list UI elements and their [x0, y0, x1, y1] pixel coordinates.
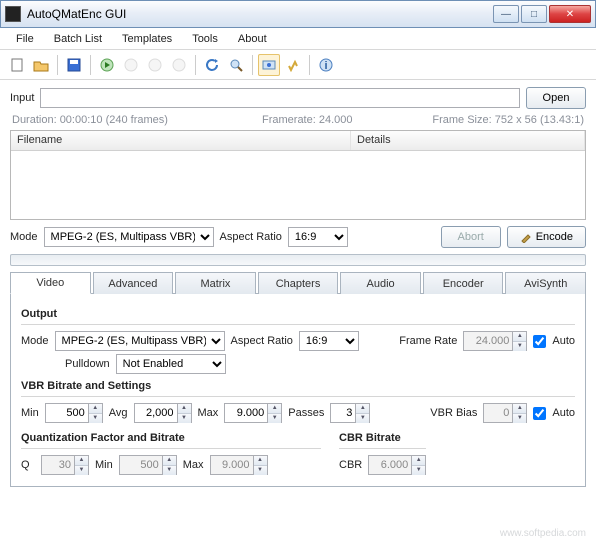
tab-avisynth[interactable]: AviSynth — [505, 272, 586, 294]
col-filename[interactable]: Filename — [11, 131, 351, 150]
window-title: AutoQMatEnc GUI — [27, 7, 493, 21]
stat-framesize: Frame Size: 752 x 56 (13.43:1) — [422, 114, 584, 126]
input-label: Input — [10, 92, 34, 104]
stat-duration: Duration: 00:00:10 (240 frames) — [12, 114, 262, 126]
app-icon — [5, 6, 21, 22]
avg-label: Avg — [109, 407, 128, 419]
menu-batch[interactable]: Batch List — [46, 31, 110, 47]
wand-icon — [520, 231, 532, 243]
new-icon[interactable] — [6, 54, 28, 76]
fr-auto-check[interactable] — [533, 335, 546, 348]
fr-spin[interactable] — [463, 331, 513, 351]
abort-button[interactable]: Abort — [441, 226, 501, 248]
bias-auto-check[interactable] — [533, 407, 546, 420]
input-field[interactable] — [40, 88, 520, 108]
quant-title: Quantization Factor and Bitrate — [21, 432, 321, 444]
qmax-spin[interactable] — [210, 455, 254, 475]
bias-auto-label: Auto — [552, 407, 575, 419]
record-icon[interactable] — [168, 54, 190, 76]
v-mode-label: Mode — [21, 335, 49, 347]
open-button[interactable]: Open — [526, 87, 586, 109]
v-ar-select[interactable]: 16:9 — [299, 331, 359, 351]
v-mode-select[interactable]: MPEG-2 (ES, Multipass VBR) — [55, 331, 225, 351]
output-title: Output — [21, 308, 575, 320]
col-details[interactable]: Details — [351, 131, 585, 150]
menu-tools[interactable]: Tools — [184, 31, 226, 47]
settings-icon[interactable] — [282, 54, 304, 76]
minimize-button[interactable]: — — [493, 5, 519, 23]
fr-label: Frame Rate — [399, 335, 457, 347]
pulldown-label: Pulldown — [65, 358, 110, 370]
reload-icon[interactable] — [201, 54, 223, 76]
tab-video[interactable]: Video — [10, 272, 91, 294]
qmin-label: Min — [95, 459, 113, 471]
close-button[interactable]: ✕ — [549, 5, 591, 23]
open-icon[interactable] — [30, 54, 52, 76]
menubar: File Batch List Templates Tools About — [0, 28, 596, 50]
max-spin[interactable] — [224, 403, 268, 423]
tab-encoder[interactable]: Encoder — [423, 272, 504, 294]
video-panel: Output Mode MPEG-2 (ES, Multipass VBR) A… — [10, 293, 586, 487]
vbr-title: VBR Bitrate and Settings — [21, 380, 575, 392]
qmax-label: Max — [183, 459, 204, 471]
ar-label: Aspect Ratio — [220, 231, 282, 243]
fr-auto-label: Auto — [552, 335, 575, 347]
maximize-button[interactable]: □ — [521, 5, 547, 23]
play-icon[interactable] — [96, 54, 118, 76]
search-icon[interactable] — [225, 54, 247, 76]
tab-advanced[interactable]: Advanced — [93, 272, 174, 294]
min-spin[interactable] — [45, 403, 89, 423]
menu-about[interactable]: About — [230, 31, 275, 47]
encode-button[interactable]: Encode — [507, 226, 586, 248]
stat-framerate: Framerate: 24.000 — [262, 114, 422, 126]
progress-bar — [10, 254, 586, 266]
mode-select[interactable]: MPEG-2 (ES, Multipass VBR) — [44, 227, 214, 247]
cbr-spin[interactable] — [368, 455, 412, 475]
file-list[interactable]: Filename Details — [10, 130, 586, 220]
pause-icon[interactable] — [120, 54, 142, 76]
q-label: Q — [21, 459, 35, 471]
bias-label: VBR Bias — [430, 407, 477, 419]
ar-select[interactable]: 16:9 — [288, 227, 348, 247]
tab-audio[interactable]: Audio — [340, 272, 421, 294]
mode-label: Mode — [10, 231, 38, 243]
pulldown-select[interactable]: Not Enabled — [116, 354, 226, 374]
toolbar: i — [0, 50, 596, 80]
cbr-title: CBR Bitrate — [339, 432, 426, 444]
menu-templates[interactable]: Templates — [114, 31, 180, 47]
save-icon[interactable] — [63, 54, 85, 76]
preview-icon[interactable] — [258, 54, 280, 76]
q-spin[interactable] — [41, 455, 75, 475]
watermark: www.softpedia.com — [500, 528, 586, 539]
bias-spin[interactable] — [483, 403, 513, 423]
tab-chapters[interactable]: Chapters — [258, 272, 339, 294]
svg-text:i: i — [324, 60, 327, 72]
max-label: Max — [198, 407, 219, 419]
info-icon[interactable]: i — [315, 54, 337, 76]
min-label: Min — [21, 407, 39, 419]
menu-file[interactable]: File — [8, 31, 42, 47]
tab-matrix[interactable]: Matrix — [175, 272, 256, 294]
cbr-label: CBR — [339, 459, 362, 471]
avg-spin[interactable] — [134, 403, 178, 423]
qmin-spin[interactable] — [119, 455, 163, 475]
v-ar-label: Aspect Ratio — [231, 335, 293, 347]
passes-spin[interactable] — [330, 403, 356, 423]
stop-icon[interactable] — [144, 54, 166, 76]
passes-label: Passes — [288, 407, 324, 419]
